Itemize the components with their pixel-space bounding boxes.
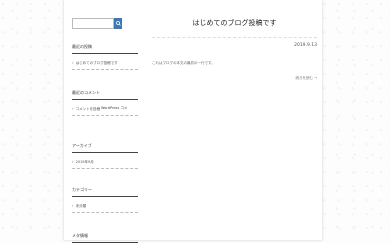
list-item-label: 2019年9月 — [75, 160, 94, 164]
widget-title: 最近の投稿 — [72, 44, 138, 54]
comment-author-link[interactable]: WordPress コメ — [101, 106, 127, 111]
list-item[interactable]: › はじめてのブログ投稿です — [72, 60, 138, 70]
list-item-label: はじめてのブログ投稿です — [75, 61, 118, 65]
page-container: 最近の投稿 › はじめてのブログ投稿です 最近のコメント › コメントを投稿 Wor… — [64, 0, 322, 243]
post-title[interactable]: はじめてのブログ投稿です — [152, 18, 317, 38]
list-item[interactable]: › 2019年9月 — [72, 159, 138, 169]
widget-categories: カテゴリー › 未分類 — [72, 187, 138, 213]
widget-recent-posts: 最近の投稿 › はじめてのブログ投稿です — [72, 44, 138, 70]
list-item-label: コメントを投稿 — [75, 107, 101, 111]
search-button[interactable] — [114, 18, 122, 29]
post-date: 2019.9.13 — [294, 43, 317, 48]
search-input[interactable] — [72, 18, 114, 29]
list-item-label: 未分類 — [75, 204, 87, 208]
widget-title: アーカイブ — [72, 143, 138, 153]
post-body: これはブログの本文の最初の一行です。 — [152, 61, 215, 65]
widget-title: 最近のコメント — [72, 90, 138, 100]
widget-recent-comments: 最近のコメント › コメントを投稿 WordPress コメ — [72, 90, 138, 116]
widget-title: カテゴリー — [72, 187, 138, 197]
chevron-right-icon: › — [72, 106, 74, 111]
widget-archives: アーカイブ › 2019年9月 — [72, 143, 138, 169]
search-icon — [115, 21, 121, 26]
list-item[interactable]: › コメントを投稿 WordPress コメ — [72, 106, 138, 116]
widget-meta: メタ情報 — [72, 233, 138, 243]
list-item[interactable]: › 未分類 — [72, 203, 138, 213]
chevron-right-icon: › — [72, 159, 74, 164]
read-more-link[interactable]: 続きを読む → — [295, 76, 317, 81]
chevron-right-icon: › — [72, 203, 74, 208]
chevron-right-icon: › — [72, 60, 74, 65]
search-form — [72, 18, 122, 29]
widget-title: メタ情報 — [72, 233, 138, 243]
